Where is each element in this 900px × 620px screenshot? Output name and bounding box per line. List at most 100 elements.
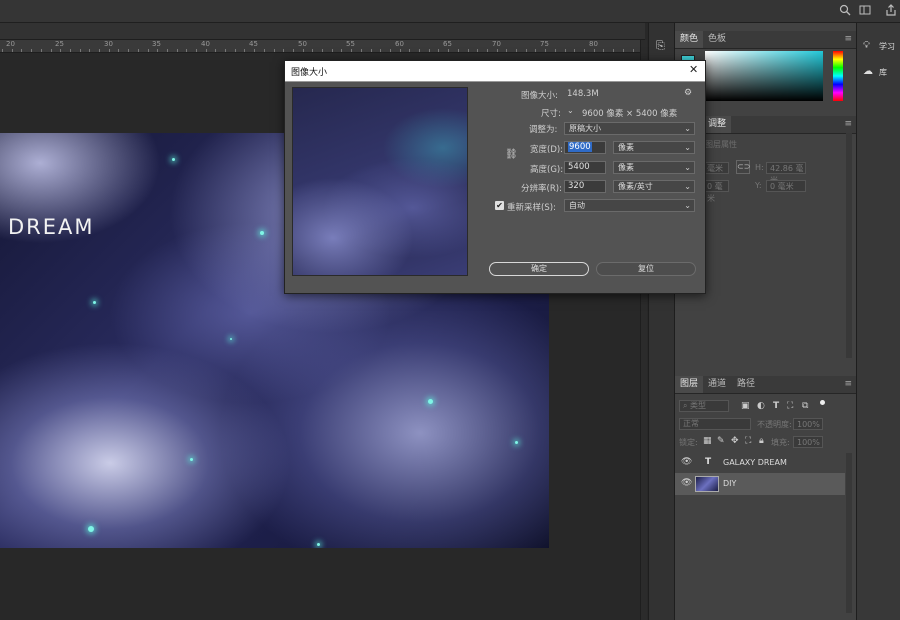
filter-pixel-icon[interactable]: ▣ — [741, 401, 750, 411]
resolution-input[interactable]: 320 — [564, 180, 606, 193]
document-tab-strip — [0, 23, 645, 40]
resolution-unit-select[interactable]: 像素/英寸 ⌄ — [613, 180, 695, 193]
workspace-icon[interactable] — [858, 4, 872, 18]
close-icon[interactable]: ✕ — [689, 63, 698, 76]
ruler-tick — [186, 49, 187, 52]
ruler-tick — [128, 49, 129, 52]
x-field[interactable]: 0 毫米 — [703, 180, 729, 203]
ruler-tick — [312, 49, 313, 52]
filter-smart-object-icon[interactable]: ⧉ — [802, 401, 808, 411]
lock-transparent-icon[interactable]: ▦ — [703, 436, 712, 446]
dialog-title-bar[interactable]: 图像大小 ✕ — [285, 61, 705, 82]
share-icon[interactable] — [884, 4, 898, 18]
resample-label: 重新采样(S): — [507, 203, 556, 213]
ruler-tick — [264, 49, 265, 52]
image-size-label: 图像大小: — [521, 91, 558, 101]
properties-scrollbar[interactable] — [846, 133, 852, 358]
ruler-tick — [409, 49, 410, 52]
ruler-tick — [322, 49, 323, 52]
w-field[interactable]: 毫米 — [703, 162, 729, 174]
lock-artboard-icon[interactable]: ⛶ — [745, 436, 751, 446]
layer-row-text[interactable]: 👁︎ T GALAXY DREAM — [675, 452, 845, 474]
panel-menu-icon[interactable]: ≡ — [844, 119, 852, 129]
filter-toggle-icon[interactable] — [820, 400, 825, 405]
search-icon[interactable] — [838, 4, 852, 18]
ruler-tick — [429, 49, 430, 52]
tab-channels[interactable]: 通道 — [703, 376, 731, 393]
tab-paths[interactable]: 路径 — [732, 376, 760, 393]
far-right-panel: 💡︎ 学习 ☁ 库 — [856, 23, 900, 620]
filter-shape-icon[interactable]: ⛶ — [787, 401, 793, 411]
tab-adjustments[interactable]: 调整 — [703, 116, 732, 133]
canvas-title-text: DREAM — [8, 215, 95, 239]
ruler-tick — [215, 49, 216, 52]
tab-layers[interactable]: 图层 — [675, 376, 704, 393]
tab-color[interactable]: 颜色 — [675, 31, 704, 48]
layers-scrollbar[interactable] — [846, 453, 852, 613]
ruler-tick — [157, 49, 158, 52]
history-icon[interactable]: ⎘ — [656, 39, 665, 53]
ruler-tick — [400, 49, 401, 52]
link-icon[interactable]: ⊂⊃ — [736, 160, 750, 174]
resample-checkbox[interactable]: ✔ — [495, 201, 504, 210]
reset-button[interactable]: 复位 — [596, 262, 696, 276]
gear-icon[interactable]: ⚙ — [684, 88, 692, 98]
ruler-label: 25 — [55, 40, 64, 48]
visibility-eye-icon[interactable]: 👁︎ — [681, 457, 692, 467]
width-input[interactable]: 9600 — [564, 141, 606, 154]
fill-field[interactable]: 100% — [793, 436, 823, 448]
height-unit-select[interactable]: 像素 ⌄ — [613, 161, 695, 174]
lock-all-icon[interactable]: 🔒︎ — [759, 436, 764, 446]
filter-type-icon[interactable]: T — [773, 401, 779, 411]
ruler-tick — [235, 49, 236, 52]
library-icon[interactable]: ☁ — [863, 66, 873, 77]
visibility-eye-icon[interactable]: 👁︎ — [681, 478, 692, 488]
layer-filter-select[interactable]: ⌕ 类型 — [679, 400, 729, 412]
library-label[interactable]: 库 — [879, 67, 887, 78]
ruler-label: 30 — [104, 40, 113, 48]
ruler-label: 70 — [492, 40, 501, 48]
resample-select[interactable]: 自动 ⌄ — [564, 199, 695, 212]
star — [190, 458, 193, 461]
panel-menu-icon[interactable]: ≡ — [844, 34, 852, 44]
star — [93, 301, 96, 304]
filter-adjustment-icon[interactable]: ◐ — [757, 401, 765, 411]
h-field[interactable]: 42.86 毫米 — [766, 162, 806, 185]
ruler-tick — [332, 49, 333, 52]
width-unit-select[interactable]: 像素 ⌄ — [613, 141, 695, 154]
ok-button[interactable]: 确定 — [489, 262, 589, 276]
horizontal-ruler: 20 25 30 35 40 45 50 55 60 65 70 75 80 — [0, 40, 640, 53]
ruler-tick — [380, 49, 381, 52]
image-preview[interactable] — [292, 87, 468, 276]
hue-slider[interactable] — [833, 51, 843, 101]
y-field[interactable]: 0 毫米 — [766, 180, 806, 192]
ruler-tick — [603, 49, 604, 52]
ruler-tick — [283, 49, 284, 52]
lock-image-icon[interactable]: ✎ — [717, 436, 725, 446]
ruler-tick — [468, 49, 469, 52]
image-size-dialog: 图像大小 ✕ 图像大小: 148.3M ⚙ 尺寸: ⌄ 9600 像素 × 54… — [284, 60, 706, 294]
chevron-down-icon[interactable]: ⌄ — [567, 106, 574, 115]
lock-position-icon[interactable]: ✥ — [731, 436, 739, 446]
ruler-tick — [31, 49, 32, 52]
tab-swatches[interactable]: 色板 — [703, 31, 731, 48]
learn-icon[interactable]: 💡︎ — [863, 40, 870, 51]
ruler-label: 35 — [152, 40, 161, 48]
chevron-down-icon: ⌄ — [684, 124, 691, 133]
height-input[interactable]: 5400 — [564, 161, 606, 174]
application-bar — [0, 0, 900, 23]
color-field[interactable] — [705, 51, 823, 101]
ruler-label: 55 — [346, 40, 355, 48]
link-chain-icon[interactable]: ⛓ — [505, 149, 518, 160]
panel-menu-icon[interactable]: ≡ — [844, 379, 852, 389]
learn-label[interactable]: 学习 — [879, 41, 895, 52]
star — [230, 338, 232, 340]
ruler-label: 20 — [6, 40, 15, 48]
ruler-tick — [99, 49, 100, 52]
layer-row-image[interactable]: 👁︎ DIY — [675, 473, 845, 495]
dimensions-label: 尺寸: — [541, 109, 561, 119]
opacity-field[interactable]: 100% — [793, 418, 823, 430]
blend-mode-select[interactable]: 正常 — [679, 418, 751, 430]
fit-to-select[interactable]: 原稿大小 ⌄ — [564, 122, 695, 135]
text-layer-icon: T — [705, 457, 712, 467]
